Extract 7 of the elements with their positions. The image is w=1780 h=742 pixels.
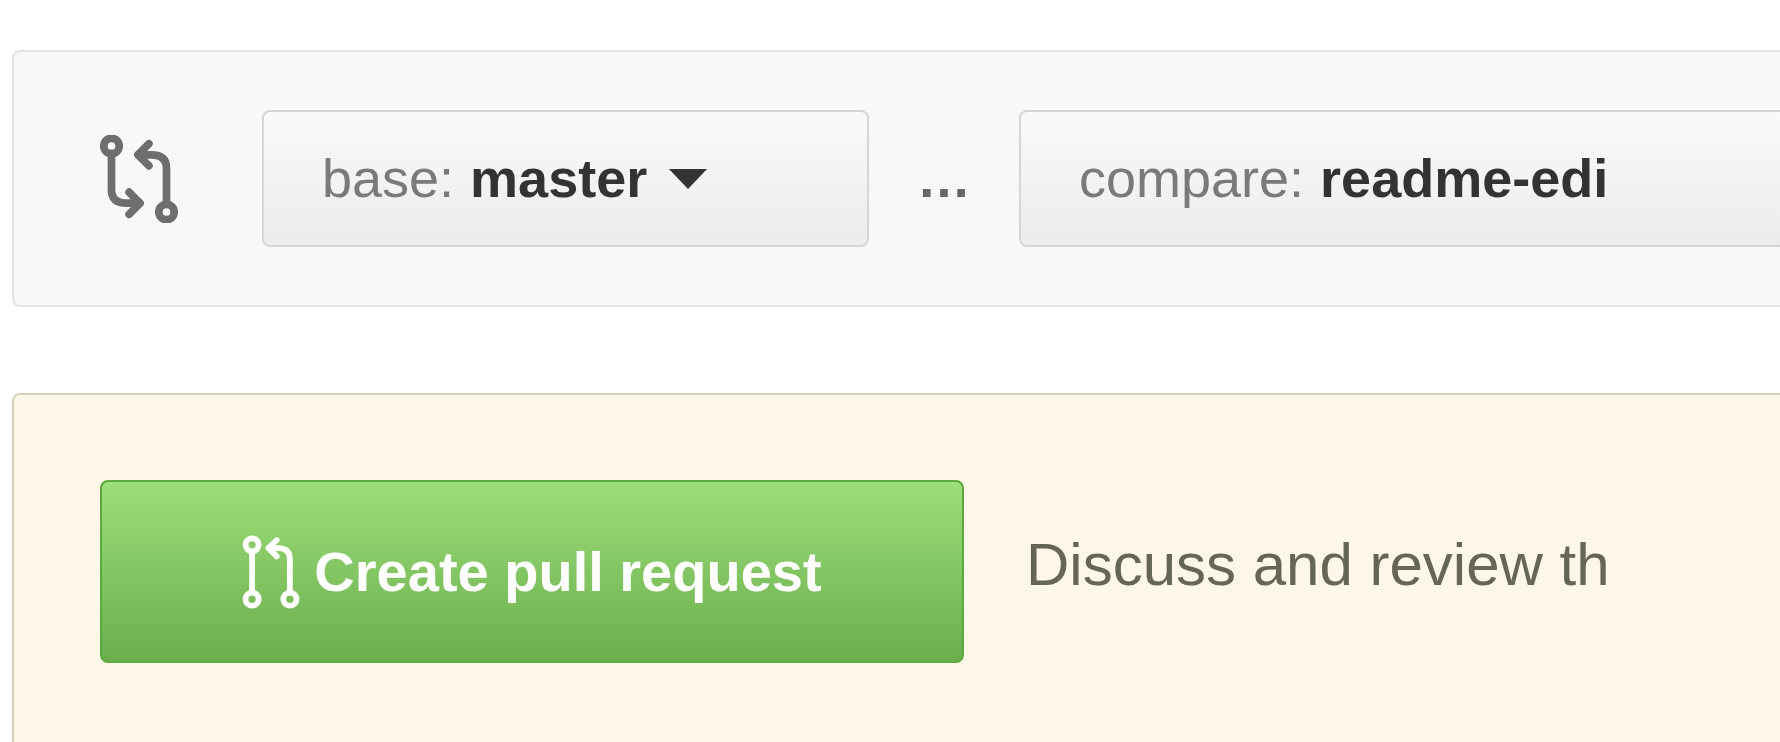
caret-icon (669, 168, 708, 189)
base-branch-button[interactable]: base: master (262, 110, 869, 247)
compare-branch-button[interactable]: compare: readme-edi (1019, 110, 1780, 247)
panel-description: Discuss and review th (1026, 530, 1610, 600)
pull-request-icon (242, 534, 301, 609)
compare-icon (99, 134, 179, 223)
range-separator: … (917, 147, 971, 210)
